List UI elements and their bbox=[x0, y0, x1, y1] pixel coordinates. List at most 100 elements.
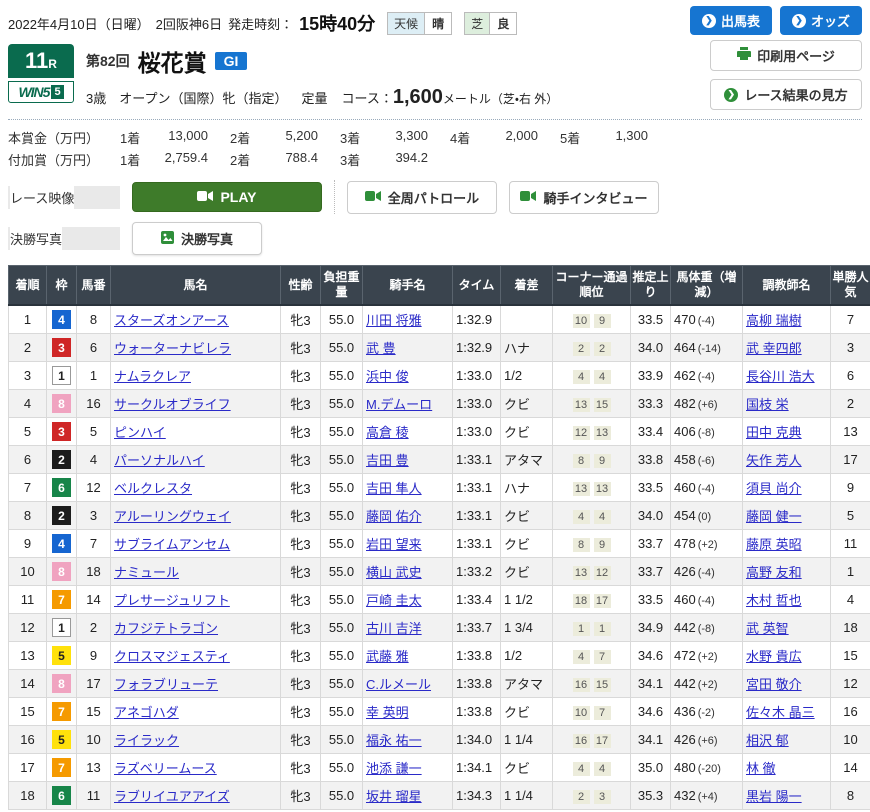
trainer-link[interactable]: 矢作 芳人 bbox=[746, 453, 802, 468]
jockey-link[interactable]: 吉田 豊 bbox=[366, 453, 409, 468]
jockey-link[interactable]: 福永 祐一 bbox=[366, 733, 422, 748]
jockey-link[interactable]: 高倉 稜 bbox=[366, 425, 409, 440]
jockey-link[interactable]: M.デムーロ bbox=[366, 397, 432, 412]
jockey-link[interactable]: 吉田 隼人 bbox=[366, 481, 422, 496]
horse-name-link[interactable]: ラズベリームース bbox=[114, 761, 217, 776]
course-label: コース： bbox=[341, 91, 392, 106]
trainer-link[interactable]: 須貝 尚介 bbox=[746, 481, 802, 496]
trainer-link[interactable]: 武 幸四郎 bbox=[746, 341, 802, 356]
trainer-link[interactable]: 木村 哲也 bbox=[746, 593, 802, 608]
horse-name-link[interactable]: パーソナルハイ bbox=[114, 453, 205, 468]
horse-number-cell: 12 bbox=[77, 474, 111, 502]
popularity-cell: 10 bbox=[831, 726, 870, 754]
jockey-link[interactable]: 坂井 瑠星 bbox=[366, 789, 422, 804]
last3f-cell: 33.8 bbox=[631, 446, 671, 474]
last3f-cell: 33.5 bbox=[631, 474, 671, 502]
horse-name-link[interactable]: ライラック bbox=[114, 733, 179, 748]
jockey-link[interactable]: 川田 将雅 bbox=[366, 313, 422, 328]
horse-name-link[interactable]: サークルオブライフ bbox=[114, 397, 231, 412]
arrow-right-icon: ❯ bbox=[724, 88, 738, 102]
horse-number-cell: 4 bbox=[77, 446, 111, 474]
horse-name-link[interactable]: プレサージュリフト bbox=[114, 593, 230, 608]
jockey-link[interactable]: 武藤 雅 bbox=[366, 649, 409, 664]
jockey-link[interactable]: 浜中 俊 bbox=[366, 369, 409, 384]
trainer-link[interactable]: 武 英智 bbox=[746, 621, 789, 636]
prize-amount: 13,000 bbox=[150, 128, 208, 147]
horse-number-cell: 7 bbox=[77, 530, 111, 558]
horse-name-link[interactable]: ウォーターナビレラ bbox=[114, 341, 231, 356]
odds-button[interactable]: ❯ オッズ bbox=[780, 6, 862, 35]
trainer-link[interactable]: 高柳 瑞樹 bbox=[746, 313, 802, 328]
jockey-link[interactable]: 古川 吉洋 bbox=[366, 621, 422, 636]
jockey-link[interactable]: 幸 英明 bbox=[366, 705, 409, 720]
trainer-link[interactable]: 高野 友和 bbox=[746, 565, 802, 580]
body-weight-diff: (0) bbox=[698, 511, 711, 523]
sex-age-cell: 牝3 bbox=[281, 642, 321, 670]
frame-cell: 5 bbox=[47, 726, 77, 754]
corner-order-cell: 11 bbox=[553, 614, 631, 642]
horse-name-cell: クロスマジェスティ bbox=[111, 642, 281, 670]
jockey-link[interactable]: 武 豊 bbox=[366, 341, 396, 356]
horse-name-cell: スターズオンアース bbox=[111, 305, 281, 334]
horse-name-link[interactable]: スターズオンアース bbox=[114, 313, 229, 328]
jockey-link[interactable]: 藤岡 佑介 bbox=[366, 509, 422, 524]
horse-name-link[interactable]: ナミュール bbox=[114, 565, 179, 580]
trainer-link[interactable]: 長谷川 浩大 bbox=[746, 369, 815, 384]
horse-name-link[interactable]: アネゴハダ bbox=[114, 705, 179, 720]
trainer-link[interactable]: 藤岡 健一 bbox=[746, 509, 802, 524]
trainer-link[interactable]: 田中 克典 bbox=[746, 425, 802, 440]
trainer-link[interactable]: 宮田 敬介 bbox=[746, 677, 802, 692]
print-page-button[interactable]: 印刷用ページ bbox=[710, 40, 862, 71]
entries-button[interactable]: ❯ 出馬表 bbox=[690, 6, 772, 35]
horse-number-cell: 1 bbox=[77, 362, 111, 390]
carried-weight-cell: 55.0 bbox=[321, 698, 363, 726]
horse-name-link[interactable]: クロスマジェスティ bbox=[114, 649, 230, 664]
jockey-interview-button[interactable]: 騎手インタビュー bbox=[509, 181, 659, 214]
last3f-cell: 34.6 bbox=[631, 698, 671, 726]
corner-order-cell: 22 bbox=[553, 334, 631, 362]
frame-badge: 2 bbox=[52, 450, 71, 469]
prize-item: 1着2,759.4 bbox=[120, 150, 230, 169]
play-button[interactable]: PLAY bbox=[132, 182, 322, 212]
trainer-link[interactable]: 黒岩 陽一 bbox=[746, 789, 802, 804]
trainer-link[interactable]: 国枝 栄 bbox=[746, 397, 789, 412]
horse-name-link[interactable]: フォラブリューテ bbox=[114, 677, 218, 692]
trainer-link[interactable]: 藤原 英昭 bbox=[746, 537, 802, 552]
corner-chip: 17 bbox=[594, 594, 611, 608]
trainer-link[interactable]: 水野 貴広 bbox=[746, 649, 802, 664]
patrol-video-button[interactable]: 全周パトロール bbox=[347, 181, 497, 214]
jockey-link[interactable]: 戸崎 圭太 bbox=[366, 593, 422, 608]
margin-cell: クビ bbox=[501, 530, 553, 558]
sex-age-cell: 牝3 bbox=[281, 390, 321, 418]
margin-cell: 1 1/2 bbox=[501, 586, 553, 614]
body-weight-diff: (+4) bbox=[698, 791, 718, 803]
carried-weight-cell: 55.0 bbox=[321, 474, 363, 502]
frame-badge: 8 bbox=[52, 562, 71, 581]
finish-photo-button[interactable]: 決勝写真 bbox=[132, 222, 262, 255]
jockey-cell: 福永 祐一 bbox=[363, 726, 453, 754]
carried-weight-cell: 55.0 bbox=[321, 390, 363, 418]
horse-name-link[interactable]: アルーリングウェイ bbox=[114, 509, 231, 524]
horse-name-link[interactable]: ラブリイユアアイズ bbox=[114, 789, 230, 804]
horse-name-link[interactable]: サブライムアンセム bbox=[114, 537, 230, 552]
horse-name-link[interactable]: ナムラクレア bbox=[114, 369, 191, 384]
popularity-cell: 13 bbox=[831, 418, 870, 446]
trainer-cell: 水野 貴広 bbox=[743, 642, 831, 670]
jockey-link[interactable]: 横山 武史 bbox=[366, 565, 422, 580]
time-cell: 1:33.0 bbox=[453, 362, 501, 390]
prize-amount: 2,759.4 bbox=[150, 150, 208, 169]
result-guide-button[interactable]: ❯ レース結果の見方 bbox=[710, 79, 862, 110]
jockey-link[interactable]: 池添 謙一 bbox=[366, 761, 422, 776]
jockey-link[interactable]: C.ルメール bbox=[366, 677, 431, 692]
horse-name-link[interactable]: ピンハイ bbox=[114, 425, 166, 440]
trainer-link[interactable]: 林 徹 bbox=[746, 761, 776, 776]
body-weight-value: 464 bbox=[674, 340, 696, 355]
trainer-link[interactable]: 佐々木 晶三 bbox=[746, 705, 815, 720]
trainer-link[interactable]: 相沢 郁 bbox=[746, 733, 789, 748]
horse-name-link[interactable]: ベルクレスタ bbox=[114, 481, 192, 496]
jockey-link[interactable]: 岩田 望来 bbox=[366, 537, 422, 552]
jockey-cell: 戸崎 圭太 bbox=[363, 586, 453, 614]
horse-name-link[interactable]: カフジテトラゴン bbox=[114, 621, 218, 636]
popularity-cell: 16 bbox=[831, 698, 870, 726]
frame-cell: 4 bbox=[47, 305, 77, 334]
